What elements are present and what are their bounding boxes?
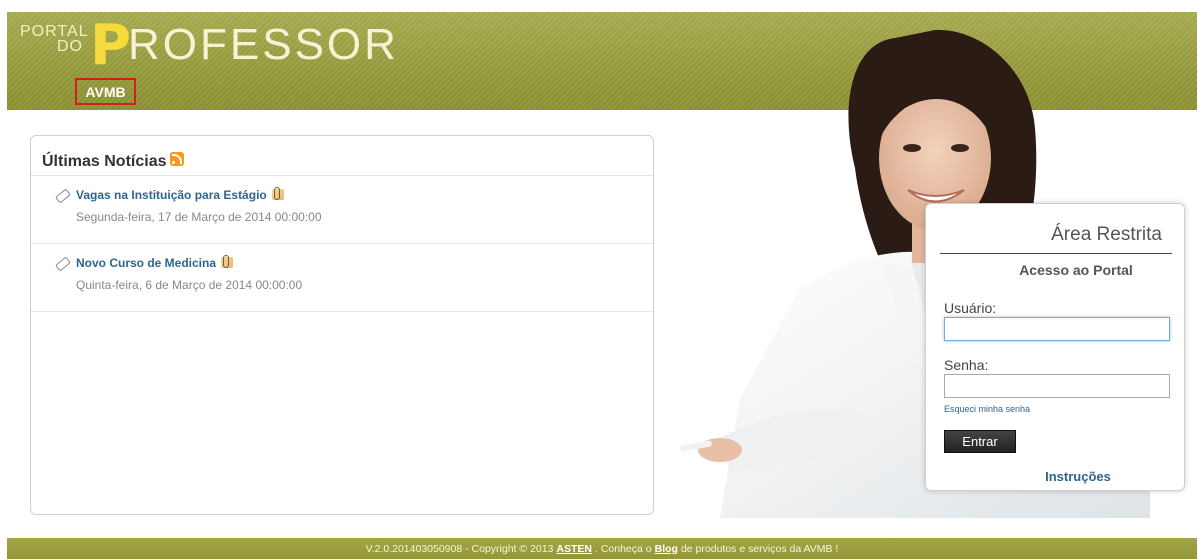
news-item-date: Segunda-feira, 17 de Março de 2014 00:00… [76, 210, 322, 224]
password-field[interactable] [944, 374, 1170, 398]
login-subtitle: Acesso ao Portal [1019, 262, 1133, 278]
paperclip-icon [272, 187, 285, 200]
footer-company-link[interactable]: ASTEN [556, 543, 592, 555]
org-badge: AVMB [75, 78, 136, 105]
login-panel: Área Restrita Acesso ao Portal Usuário: … [925, 203, 1185, 491]
news-item: Vagas na Instituição para Estágio Segund… [31, 176, 653, 244]
footer-middle-text: . Conheça o [595, 542, 652, 555]
login-divider [940, 253, 1172, 254]
footer-copyright: V.2.0.201403050908 - Copyright © 2013 [365, 542, 554, 555]
username-field[interactable] [944, 317, 1170, 341]
login-title: Área Restrita [1051, 224, 1162, 245]
password-label: Senha: [944, 357, 989, 373]
news-item-title: Novo Curso de Medicina [76, 256, 217, 270]
logo-word-professor: ROFESSOR [128, 20, 399, 69]
rss-icon[interactable] [170, 151, 185, 166]
forgot-password-link[interactable]: Esqueci minha senha [944, 404, 1030, 414]
tag-icon [55, 188, 71, 204]
news-item: Novo Curso de Medicina Quinta-feira, 6 d… [31, 244, 653, 312]
logo-word-do: DO [57, 38, 83, 55]
footer-suffix-text: de produtos e serviços da AVMB ! [680, 542, 839, 555]
footer-blog-link[interactable]: Blog [655, 543, 678, 555]
news-item-date: Quinta-feira, 6 de Março de 2014 00:00:0… [76, 278, 303, 292]
username-label: Usuário: [944, 300, 997, 316]
news-panel: Últimas Notícias Vagas na Instituição pa… [30, 135, 654, 515]
news-header: Últimas Notícias [31, 136, 653, 176]
news-title: Últimas Notícias [42, 152, 167, 170]
news-item-link[interactable]: Vagas na Instituição para Estágio [76, 187, 653, 202]
news-item-title: Vagas na Instituição para Estágio [76, 188, 267, 202]
logo-initial: P [90, 13, 132, 78]
login-button[interactable]: Entrar [944, 430, 1016, 453]
site-footer: V.2.0.201403050908 - Copyright © 2013 AS… [7, 538, 1197, 559]
news-item-link[interactable]: Novo Curso de Medicina [76, 255, 653, 270]
paperclip-icon [221, 255, 234, 268]
tag-icon [55, 256, 71, 272]
instructions-link[interactable]: Instruções [944, 469, 1172, 484]
